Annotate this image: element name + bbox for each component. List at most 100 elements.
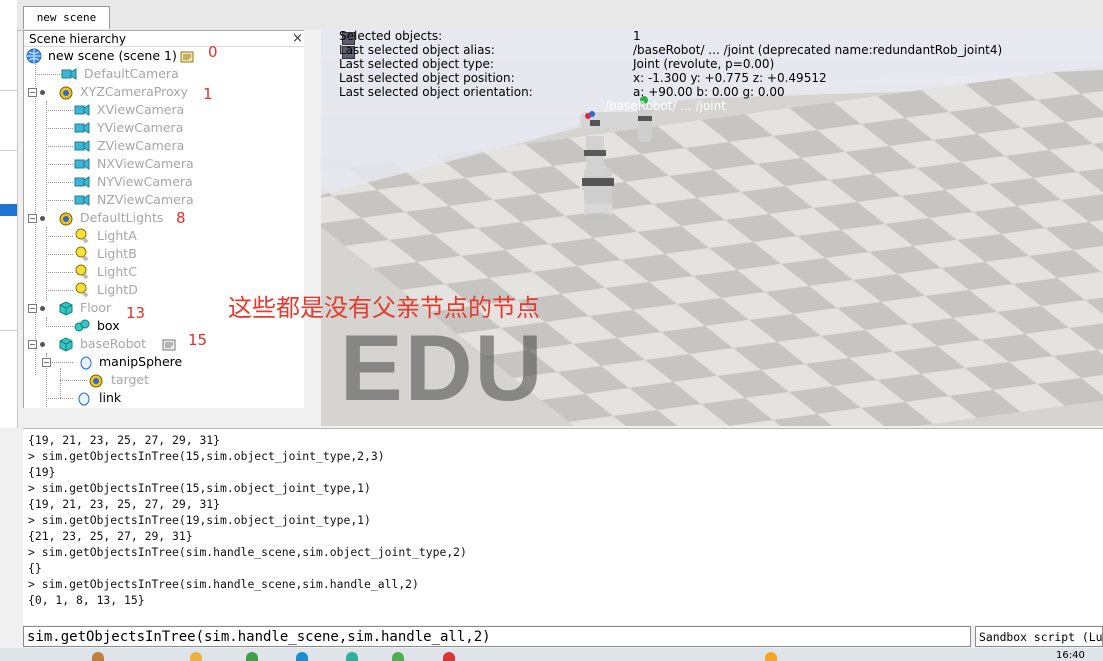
sphere-icon [80, 356, 92, 370]
globe-icon [26, 48, 42, 64]
tree-item-label: ZViewCamera [97, 138, 185, 153]
collapse-icon[interactable]: − [42, 358, 51, 367]
browser-icon[interactable] [246, 652, 258, 661]
console-line: {19} [28, 465, 56, 479]
tree-item-label: LightB [97, 246, 137, 261]
light-bulb-icon [75, 264, 89, 280]
console-line: > sim.getObjectsInTree(19,sim.object_joi… [28, 513, 371, 527]
tab-new-scene[interactable]: new scene [23, 6, 110, 29]
console-line: {19, 21, 23, 25, 27, 29, 31} [28, 433, 221, 447]
dot-icon [40, 306, 45, 311]
tree-item-label: link [99, 390, 122, 405]
handle-annotation: 0 [208, 43, 218, 61]
camera-icon [74, 122, 90, 134]
tree-item-label: manipSphere [99, 354, 183, 369]
info-key: Last selected object orientation: [339, 85, 533, 99]
shape-group-icon [74, 319, 90, 332]
left-panel-strip [0, 0, 18, 428]
camera-icon [74, 104, 90, 116]
camera-icon [74, 176, 90, 188]
app-icon[interactable] [346, 652, 358, 661]
console-line: > sim.getObjectsInTree(sim.handle_scene,… [28, 545, 467, 559]
light-bulb-icon [75, 228, 89, 244]
handle-annotation: 15 [188, 331, 208, 349]
app-icon[interactable] [443, 652, 455, 661]
tree-item-label: LightD [97, 282, 138, 297]
info-key: Last selected object alias: [339, 43, 495, 57]
strip-divider [0, 90, 17, 91]
info-value: Joint (revolute, p=0.00) [633, 57, 775, 71]
dummy-icon [59, 212, 73, 226]
dot-icon [40, 216, 45, 221]
handle-annotation: 8 [176, 209, 186, 227]
panel-splitter[interactable] [304, 30, 321, 428]
tree-item-label: DefaultLights [80, 210, 164, 225]
taskbar [0, 648, 1103, 661]
app-icon[interactable] [190, 652, 202, 661]
console-line: > sim.getObjectsInTree(sim.handle_scene,… [28, 577, 419, 591]
edu-watermark: EDU [340, 315, 545, 420]
scene-hierarchy-panel: Scene hierarchy × new scene (scene 1) De… [23, 30, 306, 409]
info-key: Selected objects: [339, 30, 443, 43]
info-key: Last selected object type: [339, 57, 494, 71]
script-icon[interactable] [179, 49, 195, 65]
strip-divider [0, 150, 17, 151]
info-key: Last selected object position: [339, 71, 515, 85]
scene-hierarchy-title: Scene hierarchy [24, 31, 305, 47]
sphere-icon [78, 392, 90, 406]
tree-item-label: XViewCamera [97, 102, 185, 117]
dot-icon [40, 342, 45, 347]
collapse-icon[interactable]: − [28, 214, 37, 223]
camera-icon [74, 194, 90, 206]
collapse-icon[interactable]: − [28, 340, 37, 349]
tree-item-label: NZViewCamera [97, 192, 194, 207]
console-line: > sim.getObjectsInTree(15,sim.object_joi… [28, 449, 385, 463]
shape-icon [59, 337, 73, 352]
hierarchy-horizontal-scrollbar[interactable] [23, 408, 304, 427]
app-icon[interactable] [392, 652, 404, 661]
tree-item-label: LightA [97, 228, 137, 243]
shape-icon [59, 301, 73, 316]
collapse-icon[interactable]: − [28, 304, 37, 313]
console-line: {19, 21, 23, 25, 27, 29, 31} [28, 497, 221, 511]
dot-icon [40, 90, 45, 95]
light-bulb-icon [75, 282, 89, 298]
tree-item-label: baseRobot [80, 336, 147, 351]
tree-item-label: NYViewCamera [97, 174, 193, 189]
console-line: {21, 23, 25, 27, 29, 31} [28, 529, 193, 543]
console-line: {0, 1, 8, 13, 15} [28, 593, 145, 607]
tree-item-label: new scene (scene 1) [48, 48, 177, 63]
info-value: x: -1.300 y: +0.775 z: +0.49512 [633, 71, 827, 85]
tree-item-label: YViewCamera [97, 120, 184, 135]
taskbar-clock: 16:40 [1056, 650, 1085, 661]
tree-item-label: XYZCameraProxy [80, 84, 189, 99]
strip-selection[interactable] [0, 204, 17, 216]
camera-icon [74, 158, 90, 170]
scene-tab-bar: new scene [17, 0, 1103, 31]
light-bulb-icon [75, 246, 89, 262]
tree-item-label: NXViewCamera [97, 156, 194, 171]
tree-item-label: target [111, 372, 150, 387]
scene-tree: new scene (scene 1) DefaultCamera − XYZC… [24, 47, 305, 407]
robot-joint-label: /baseRobot/ ... /joint [605, 99, 726, 113]
tree-item-label: LightC [97, 264, 137, 279]
app-icon[interactable] [296, 652, 308, 661]
command-input[interactable]: sim.getObjectsInTree(sim.handle_scene,si… [23, 626, 971, 647]
lua-console-output[interactable]: {19, 21, 23, 25, 27, 29, 31} > sim.getOb… [23, 428, 1103, 625]
app-icon[interactable] [92, 652, 104, 661]
console-line: {} [28, 561, 42, 575]
collapse-icon[interactable]: − [28, 88, 37, 97]
handle-annotation: 1 [203, 85, 213, 103]
tree-item-label: box [97, 318, 120, 333]
script-icon[interactable] [161, 337, 177, 353]
strip-divider [0, 330, 17, 331]
console-text: {19, 21, 23, 25, 27, 29, 31} > sim.getOb… [28, 432, 467, 608]
close-icon[interactable]: × [292, 31, 303, 46]
dummy-icon [59, 86, 73, 100]
script-selector[interactable]: Sandbox script (Lua) [975, 626, 1103, 647]
app-icon[interactable] [765, 652, 777, 661]
camera-icon [74, 140, 90, 152]
console-line: > sim.getObjectsInTree(15,sim.object_joi… [28, 481, 371, 495]
info-value: /baseRobot/ ... /joint (deprecated name:… [633, 43, 1003, 57]
camera-icon [61, 68, 77, 80]
